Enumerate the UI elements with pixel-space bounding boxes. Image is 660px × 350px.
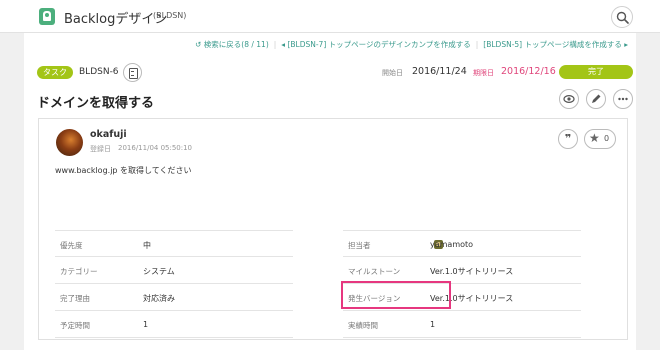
priority-label: 優先度 [60,241,83,250]
properties-left: 優先度 中 カテゴリー システム 完了理由 対応済み 予定時間 1 [55,230,293,338]
next-issue-link[interactable]: [BLDSN-5] トップページ構成を作成する ▸ [483,39,628,50]
milestone-value[interactable]: Ver.1.0サイトリリース [430,266,513,277]
milestone-label: マイルストーン [348,267,401,276]
property-row: 予定時間 1 [55,311,293,338]
property-row: カテゴリー システム [55,257,293,284]
issue-navigation: ↺ 検索に戻る(8 / 11) | ◂ [BLDSN-7] トップページのデザインカ… [195,39,628,50]
registered-time: 2016/11/04 05:50:10 [118,144,193,152]
avatar[interactable] [56,129,83,156]
star-icon: ★ [589,131,600,145]
status-badge: 完了 [559,65,633,79]
issue-detail-card: okafuji 登録日 2016/11/04 05:50:10 ❞ ★ 0 ww… [38,118,628,340]
property-row: 担当者 yamamoto [343,230,581,257]
eye-icon [563,94,575,104]
search-button[interactable] [611,6,633,28]
due-date-label: 期限日 [473,69,494,77]
resolution-value: 対応済み [143,294,175,303]
issue-title: ドメインを取得する [37,96,155,111]
category-label: カテゴリー [60,267,98,276]
assignee-value[interactable]: yamamoto [430,240,473,249]
property-row: 実績時間 1 [343,311,581,338]
search-icon [616,11,629,24]
actual-hours-value: 1 [430,320,436,329]
edit-button[interactable] [586,89,606,109]
copy-key-button[interactable] [123,63,142,82]
more-icon [618,97,628,101]
author-name[interactable]: okafuji [90,129,127,140]
priority-value: 中 [143,241,151,250]
pencil-icon [592,94,601,103]
quote-icon: ❞ [564,132,572,145]
watch-button[interactable] [559,89,579,109]
estimated-hours-value: 1 [143,320,149,329]
issue-description: www.backlog.jp を取得してください [55,166,192,175]
issue-type-badge: タスク [37,66,73,79]
category-value: システム [143,267,175,276]
property-row: マイルストーン Ver.1.0サイトリリース [343,257,581,284]
actual-hours-highlight [341,281,451,309]
project-name[interactable]: Backlogデザイン [64,8,167,27]
issue-key: BLDSN-6 [79,67,119,77]
estimated-hours-label: 予定時間 [60,321,90,330]
property-row: 優先度 中 [55,230,293,257]
star-count: 0 [604,134,610,143]
issue-page: ↺ 検索に戻る(8 / 11) | ◂ [BLDSN-7] トップページのデザインカ… [24,33,636,350]
property-row: 完了理由 対応済み [55,284,293,311]
star-button[interactable]: ★ 0 [584,129,616,149]
more-button[interactable] [613,89,633,109]
project-key: (BLDSN) [153,11,187,20]
start-date-value: 2016/11/24 [412,66,467,77]
registered-label: 登録日 [90,145,111,153]
backlog-project-icon [39,8,55,25]
assignee-label: 担当者 [348,241,371,250]
back-to-search-link[interactable]: ↺ 検索に戻る(8 / 11) [195,39,269,50]
start-date-label: 開始日 [382,69,403,77]
resolution-label: 完了理由 [60,294,90,303]
prev-issue-link[interactable]: ◂ [BLDSN-7] トップページのデザインカンプを作成する [281,39,470,50]
actual-hours-label: 実績時間 [348,321,378,330]
due-date-value: 2016/12/16 [501,66,556,77]
quote-button[interactable]: ❞ [558,129,578,149]
top-bar: Backlogデザイン (BLDSN) [0,0,660,33]
